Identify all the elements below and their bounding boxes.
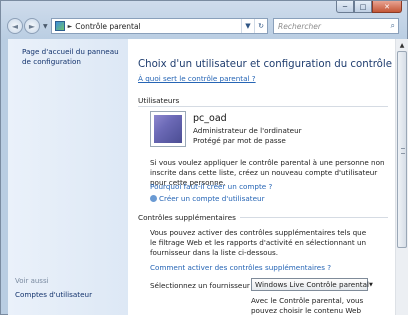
provider-label: Sélectionnez un fournisseur : [150, 281, 255, 290]
address-actions: ▼ ↻ [241, 19, 267, 33]
additional-controls-heading: Contrôles supplémentaires [138, 213, 236, 222]
main-content: Choix d'un utilisateur et configuration … [128, 39, 395, 315]
address-dropdown-icon[interactable]: ▼ [241, 19, 254, 33]
user-protection: Protégé par mot de passe [193, 136, 286, 145]
scroll-up-icon[interactable]: ▲ [396, 39, 408, 51]
provider-note-line-2: pouvez choisir le contenu Web [251, 306, 362, 315]
minimize-button[interactable]: ─ [336, 1, 354, 13]
control-panel-window: ─ □ ✕ ◄ ► ▼ ► Contrôle parental ▼ ↻ Rech… [0, 0, 408, 315]
search-placeholder: Rechercher [278, 21, 321, 31]
provider-select[interactable]: Windows Live Contrôle parental ▼ [251, 278, 373, 291]
how-enable-controls-link[interactable]: Comment activer des contrôles supplément… [150, 263, 331, 272]
user-name[interactable]: pc_oad [193, 113, 227, 124]
control-panel-home-link[interactable]: Page d'accueil du panneau de configurati… [22, 47, 122, 67]
navigation-bar: ◄ ► ▼ ► Contrôle parental ▼ ↻ Rechercher… [7, 16, 399, 36]
control-panel-icon [54, 21, 65, 31]
additional-controls-text: Vous pouvez activer des contrôles supplé… [150, 228, 367, 257]
forward-arrow-icon: ► [28, 21, 36, 31]
breadcrumb-separator-icon[interactable]: ► [68, 23, 73, 30]
user-role: Administrateur de l'ordinateur [193, 126, 302, 135]
provider-selected-value: Windows Live Contrôle parental [255, 280, 369, 289]
provider-note-line-1: Avec le Contrôle parental, vous [251, 296, 364, 305]
additional-controls-divider [240, 217, 388, 218]
what-is-parental-control-link[interactable]: À quoi sert le contrôle parental ? [138, 74, 256, 83]
close-button[interactable]: ✕ [372, 1, 402, 13]
address-bar[interactable]: ► Contrôle parental ▼ ↻ [50, 18, 268, 34]
why-create-account-link[interactable]: Pourquoi faut-il créer un compte ? [150, 182, 272, 191]
create-account-link[interactable]: Créer un compte d'utilisateur [159, 194, 265, 203]
back-arrow-icon: ◄ [11, 21, 19, 31]
see-also-heading: Voir aussi [15, 277, 49, 285]
sidebar: Page d'accueil du panneau de configurati… [8, 39, 128, 315]
back-button[interactable]: ◄ [7, 18, 23, 34]
search-icon[interactable]: ⌕ [391, 21, 395, 31]
grip-icon [401, 148, 405, 154]
forward-button[interactable]: ► [24, 18, 40, 34]
maximize-button[interactable]: □ [354, 1, 372, 13]
refresh-icon[interactable]: ↻ [254, 19, 267, 33]
vertical-scrollbar[interactable]: ▲ [395, 39, 408, 315]
page-title: Choix d'un utilisateur et configuration … [138, 59, 395, 70]
user-tile[interactable] [150, 111, 186, 147]
search-input[interactable]: Rechercher ⌕ [273, 18, 399, 34]
users-section-heading: Utilisateurs [138, 96, 180, 105]
user-accounts-link[interactable]: Comptes d'utilisateur [15, 290, 92, 299]
caption-buttons: ─ □ ✕ [336, 1, 402, 13]
breadcrumb-parental-control[interactable]: Contrôle parental [75, 22, 140, 31]
recent-pages-dropdown[interactable]: ▼ [43, 23, 48, 30]
chevron-down-icon: ▼ [368, 281, 373, 288]
users-divider [138, 106, 388, 107]
user-avatar [154, 115, 182, 143]
user-account-icon [150, 195, 157, 202]
create-account-row[interactable]: Créer un compte d'utilisateur [150, 194, 265, 203]
scrollbar-thumb[interactable] [397, 51, 407, 248]
